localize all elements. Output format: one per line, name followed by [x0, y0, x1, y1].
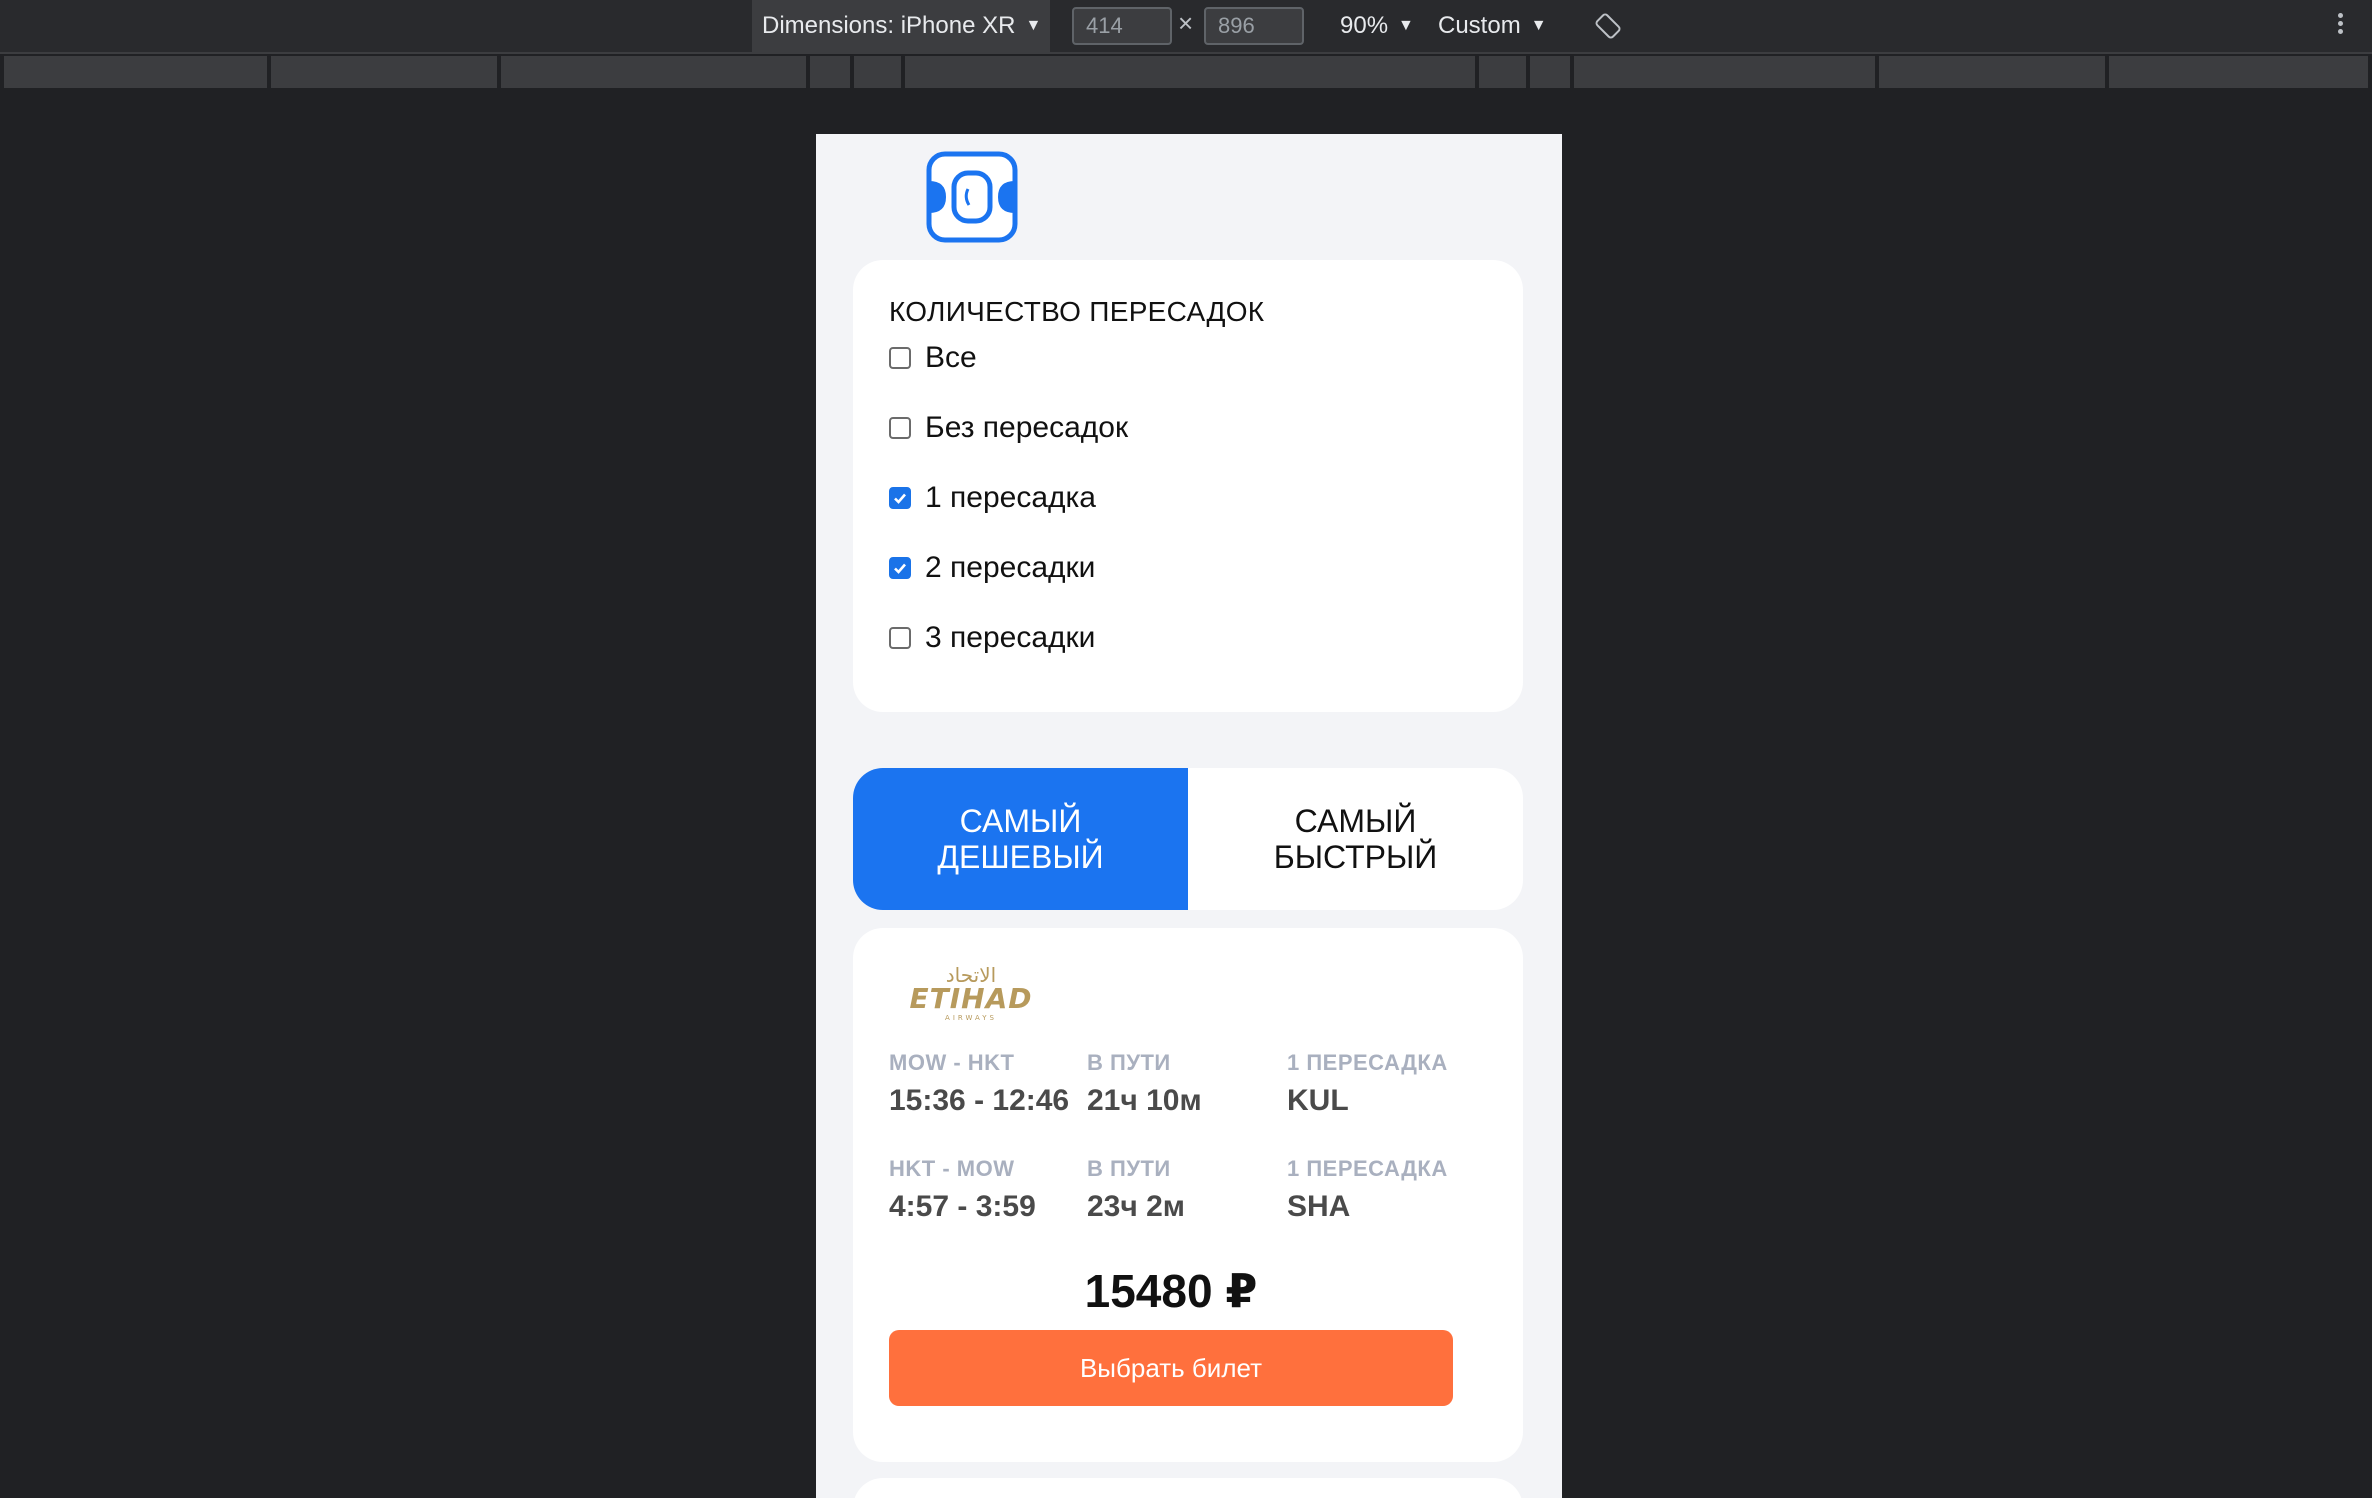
zoom-select[interactable]: 90% ▼: [1340, 0, 1414, 52]
checkbox[interactable]: [889, 557, 911, 579]
airline-logo-text: ETIHAD: [910, 982, 1033, 1015]
device-viewport: КОЛИЧЕСТВО ПЕРЕСАДОК Все Без пересадок 1 п…: [816, 134, 1562, 1498]
airline-logo-sub: AIRWAYS: [945, 1014, 997, 1022]
segment-route: MOW - HKT: [889, 1050, 1015, 1075]
filter-option[interactable]: 3 пересадки: [889, 618, 1095, 658]
media-query-segment[interactable]: [1530, 56, 1571, 88]
segment-duration-col: В ПУТИ 21ч 10м: [1087, 1050, 1202, 1118]
checkmark-icon: [894, 493, 906, 504]
segment-route: HKT - MOW: [889, 1156, 1015, 1181]
next-ticket-card: [853, 1478, 1523, 1498]
segment-stops-col: 1 ПЕРЕСАДКА SHA: [1287, 1156, 1448, 1224]
segment-stops-col: 1 ПЕРЕСАДКА KUL: [1287, 1050, 1448, 1118]
times-separator: ×: [1178, 8, 1194, 38]
throttle-label: Custom: [1438, 12, 1521, 39]
segment-stops-label: 1 ПЕРЕСАДКА: [1287, 1156, 1448, 1181]
segment-duration-label: В ПУТИ: [1087, 1050, 1171, 1075]
segment-duration-label: В ПУТИ: [1087, 1156, 1171, 1181]
filter-option-label: Все: [925, 341, 977, 374]
zoom-label: 90%: [1340, 12, 1389, 39]
checkbox[interactable]: [889, 627, 911, 649]
filter-option[interactable]: Все: [889, 338, 977, 378]
height-input[interactable]: 896: [1204, 7, 1304, 45]
media-query-segment[interactable]: [809, 56, 850, 88]
media-query-bar: [0, 54, 2372, 90]
segment-stops-label: 1 ПЕРЕСАДКА: [1287, 1050, 1448, 1075]
media-query-segment[interactable]: [1478, 56, 1527, 88]
segment-time: 15:36 - 12:46: [889, 1084, 1070, 1117]
filter-option-label: 1 пересадка: [925, 481, 1096, 514]
airline-logo: الاتحاد ETIHAD AIRWAYS: [910, 963, 1033, 1022]
throttle-select[interactable]: Custom ▼: [1438, 0, 1547, 52]
segment-stops: KUL: [1287, 1084, 1349, 1117]
filter-title: КОЛИЧЕСТВО ПЕРЕСАДОК: [889, 296, 1265, 327]
media-query-segment[interactable]: [270, 56, 498, 88]
tab-fastest[interactable]: САМЫЙ БЫСТРЫЙ: [1188, 768, 1523, 910]
app-logo-icon: [926, 151, 1018, 243]
segment-duration-col: В ПУТИ 23ч 2м: [1087, 1156, 1185, 1224]
chevron-down-icon: ▼: [1530, 17, 1547, 34]
more-options-icon[interactable]: [2336, 10, 2344, 42]
media-query-segment[interactable]: [2109, 56, 2368, 88]
devtools-device-toolbar: Dimensions: iPhone XR ▼ 414 × 896 90% ▼ …: [0, 0, 2372, 54]
segment-stops: SHA: [1287, 1190, 1351, 1223]
filter-option[interactable]: 1 пересадка: [889, 478, 1096, 518]
media-query-segment[interactable]: [1878, 56, 2106, 88]
filter-option-label: 2 пересадки: [925, 551, 1096, 584]
media-query-segment[interactable]: [501, 56, 806, 88]
segment-duration: 21ч 10м: [1087, 1084, 1202, 1117]
sort-tabs: САМЫЙ ДЕШЕВЫЙ САМЫЙ БЫСТРЫЙ: [853, 768, 1523, 910]
ticket-card: الاتحاد ETIHAD AIRWAYS MOW - HKT 15:36 -…: [853, 928, 1523, 1462]
chevron-down-icon: ▼: [1398, 17, 1414, 34]
tab-cheapest-label: САМЫЙ ДЕШЕВЫЙ: [937, 803, 1104, 875]
segment-duration: 23ч 2м: [1087, 1190, 1185, 1223]
rotate-icon[interactable]: [1594, 12, 1622, 40]
filter-option-label: Без пересадок: [925, 411, 1129, 444]
media-query-segment[interactable]: [4, 56, 267, 88]
filter-option[interactable]: 2 пересадки: [889, 548, 1095, 588]
checkbox[interactable]: [889, 347, 911, 369]
select-ticket-button[interactable]: Выбрать билет: [889, 1330, 1453, 1406]
checkbox[interactable]: [889, 417, 911, 439]
segment-route-col: MOW - HKT 15:36 - 12:46: [889, 1050, 1069, 1118]
media-query-segment[interactable]: [853, 56, 902, 88]
filter-option[interactable]: Без пересадок: [889, 408, 1128, 448]
segment-route-col: HKT - MOW 4:57 - 3:59: [889, 1156, 1036, 1224]
device-dimensions-select[interactable]: Dimensions: iPhone XR ▼: [752, 0, 1050, 52]
filter-option-label: 3 пересадки: [925, 621, 1096, 654]
device-dimensions-label: Dimensions: iPhone XR: [762, 12, 1016, 39]
segment-time: 4:57 - 3:59: [889, 1190, 1036, 1223]
transfers-filter-panel: КОЛИЧЕСТВО ПЕРЕСАДОК Все Без пересадок 1 п…: [853, 260, 1523, 712]
media-query-segment[interactable]: [905, 56, 1475, 88]
width-input[interactable]: 414: [1072, 7, 1172, 45]
tab-cheapest[interactable]: САМЫЙ ДЕШЕВЫЙ: [853, 768, 1188, 910]
chevron-down-icon: ▼: [1025, 17, 1042, 34]
ticket-price: 15480 ₽: [1084, 1265, 1258, 1317]
checkmark-icon: [894, 563, 906, 574]
media-query-segment[interactable]: [1574, 56, 1875, 88]
checkbox[interactable]: [889, 487, 911, 509]
tab-fastest-label: САМЫЙ БЫСТРЫЙ: [1273, 803, 1438, 875]
